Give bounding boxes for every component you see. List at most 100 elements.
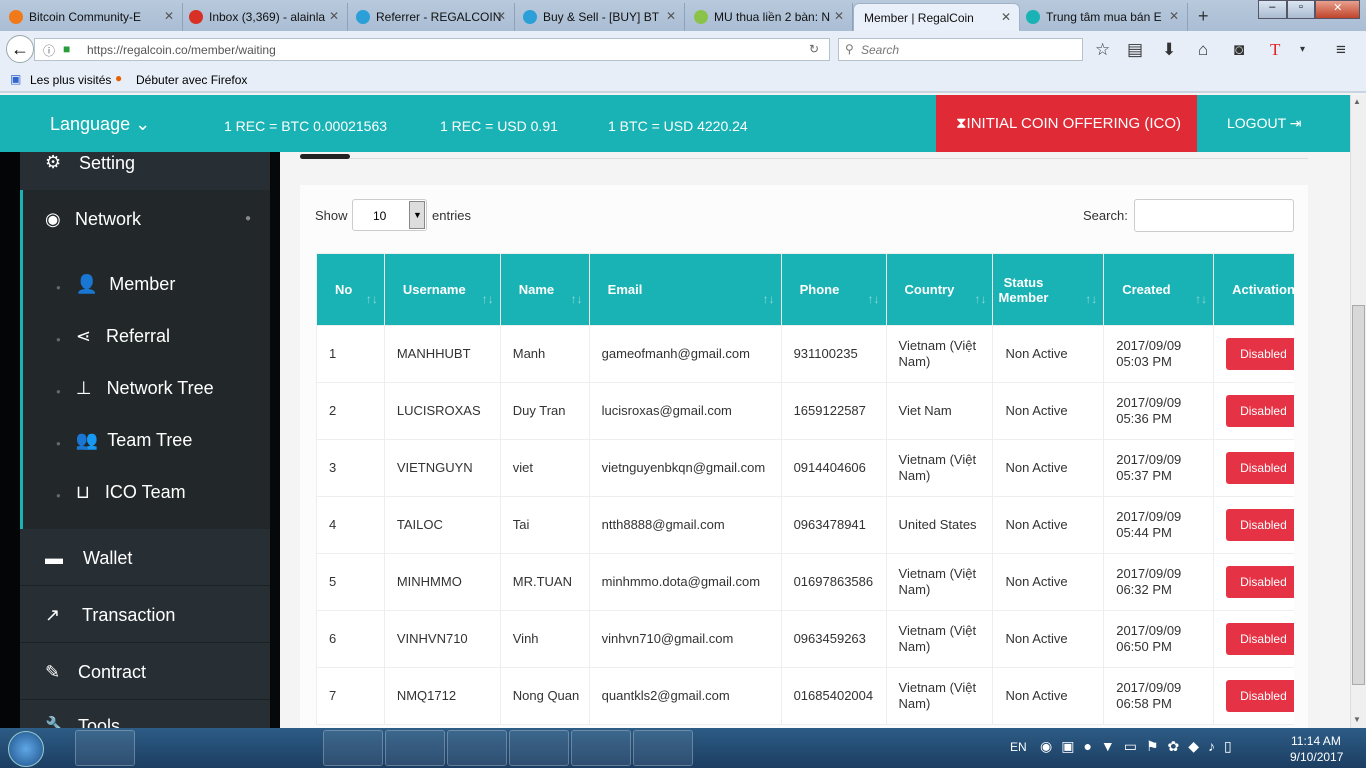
restore-button[interactable]: ▫ — [1286, 0, 1316, 19]
extension-t-icon[interactable]: T — [1270, 40, 1280, 60]
cell-text: 2017/09/09 05:03 PM — [1116, 338, 1182, 369]
browser-tab[interactable]: Trung tâm mua bán E ✕ — [1020, 3, 1188, 31]
sidebar-item-referral[interactable]: ● ⋖ Referral — [56, 326, 170, 347]
sidebar-item-member[interactable]: ● 👤 Member — [56, 274, 175, 295]
extension-dropdown-icon[interactable]: ▾ — [1300, 44, 1305, 55]
close-window-button[interactable]: ✕ — [1315, 0, 1361, 19]
page-scrollbar[interactable]: ▲ ▼ — [1350, 95, 1366, 728]
ico-button[interactable]: ⧗INITIAL COIN OFFERING (ICO) — [936, 95, 1197, 152]
browser-tab[interactable]: MU thua liền 2 bàn: N ✕ — [688, 3, 853, 31]
start-button[interactable] — [8, 731, 44, 767]
sidebar-item-wallet[interactable]: ▬ Wallet — [20, 529, 270, 586]
new-tab-button[interactable]: + — [1198, 6, 1209, 27]
language-indicator[interactable]: EN — [1010, 740, 1027, 754]
column-header[interactable]: Created ↑↓ — [1103, 253, 1215, 326]
disabled-button[interactable]: Disabled — [1226, 338, 1294, 370]
logout-button[interactable]: LOGOUT ⇥ — [1227, 115, 1302, 132]
sidebar-item-network-tree[interactable]: ● ⊥ Network Tree — [56, 378, 214, 399]
menu-icon[interactable]: ≡ — [1336, 40, 1346, 60]
close-tab-icon[interactable]: ✕ — [834, 9, 844, 23]
browser-search[interactable]: ⚲ Search — [838, 38, 1083, 61]
close-tab-icon[interactable]: ✕ — [164, 9, 174, 23]
pocket-icon[interactable]: ◙ — [1234, 40, 1244, 60]
column-header[interactable]: Email ↑↓ — [588, 253, 782, 326]
sidebar-item-setting[interactable]: ⚙ Setting — [20, 152, 270, 190]
disabled-button[interactable]: Disabled — [1226, 623, 1294, 655]
disabled-button[interactable]: Disabled — [1226, 566, 1294, 598]
disabled-button[interactable]: Disabled — [1226, 509, 1294, 541]
tab-title: Bitcoin Community-E — [29, 10, 142, 24]
cell-text: 01697863586 — [793, 574, 874, 589]
table-cell: 2017/09/09 05:44 PM — [1103, 496, 1215, 554]
sidebar-item-transaction[interactable]: ↗ Transaction — [20, 586, 270, 643]
reading-list-icon[interactable]: ▤ — [1127, 40, 1143, 60]
bookmark-getting-started[interactable]: Débuter avec Firefox — [136, 73, 247, 87]
sidebar-item-team-tree[interactable]: ● 👥 Team Tree — [56, 430, 192, 451]
rate-rec-btc: 1 REC = BTC 0.00021563 — [224, 118, 388, 134]
table-search-input[interactable] — [1134, 199, 1294, 232]
browser-tab[interactable]: Buy & Sell - [BUY] BT ✕ — [517, 3, 685, 31]
bookmark-star-icon[interactable]: ☆ — [1095, 40, 1110, 60]
table-cell: Non Active — [992, 667, 1105, 725]
disabled-button[interactable]: Disabled — [1226, 452, 1294, 484]
table-cell: Disabled — [1213, 496, 1294, 554]
minimize-button[interactable]: – — [1258, 0, 1287, 19]
close-tab-icon[interactable]: ✕ — [1001, 10, 1011, 24]
cell-text: 0914404606 — [793, 460, 866, 475]
column-header[interactable]: Phone ↑↓ — [780, 253, 887, 326]
taskbar-chrome[interactable] — [262, 730, 322, 766]
close-tab-icon[interactable]: ✕ — [329, 9, 339, 23]
taskbar-media[interactable] — [200, 730, 260, 766]
download-icon[interactable]: ⬇ — [1162, 40, 1176, 60]
taskbar-remote[interactable] — [633, 730, 693, 766]
disabled-button[interactable]: Disabled — [1226, 395, 1294, 427]
column-header[interactable]: Username ↑↓ — [383, 253, 501, 326]
column-header[interactable]: Name ↑↓ — [499, 253, 590, 326]
entries-select[interactable]: 10 ▼ — [352, 199, 427, 231]
show-label: Show — [315, 208, 348, 223]
cell-text: LUCISROXAS — [396, 403, 481, 418]
sidebar-item-ico-team[interactable]: ● ⊔ ICO Team — [56, 482, 186, 503]
cell-text: Nong Quan — [512, 688, 580, 703]
clock-date[interactable]: 9/10/2017 — [1290, 750, 1343, 764]
language-dropdown[interactable]: Language ⌄ — [50, 114, 150, 135]
taskbar-zalo[interactable] — [509, 730, 569, 766]
close-tab-icon[interactable]: ✕ — [496, 9, 506, 23]
browser-tab[interactable]: Referrer - REGALCOIN ✕ — [350, 3, 515, 31]
column-header[interactable]: Country ↑↓ — [885, 253, 994, 326]
favicon-icon — [1026, 10, 1040, 24]
taskbar-explorer[interactable] — [75, 730, 135, 766]
sidebar-item-tools[interactable]: 🔧 Tools — [20, 700, 270, 728]
taskbar-skype[interactable] — [571, 730, 631, 766]
sidebar-item-contract[interactable]: ✎ Contract — [20, 643, 270, 700]
rate-btc-usd: 1 BTC = USD 4220.24 — [608, 118, 748, 134]
close-tab-icon[interactable]: ✕ — [666, 9, 676, 23]
column-header[interactable]: Activation — [1213, 253, 1294, 326]
url-bar[interactable]: ⓘ ■ https://regalcoin.co/member/waiting ↻ — [34, 38, 830, 61]
clock-time[interactable]: 11:14 AM — [1291, 734, 1341, 748]
taskbar-firefox[interactable] — [323, 730, 383, 766]
table-cell: Manh — [499, 325, 590, 383]
close-tab-icon[interactable]: ✕ — [1169, 9, 1179, 23]
taskbar-icq[interactable] — [137, 730, 197, 766]
disabled-button[interactable]: Disabled — [1226, 680, 1294, 712]
cell-text: MANHHUBT — [396, 346, 471, 361]
scrollbar-thumb[interactable] — [1352, 305, 1365, 685]
back-button[interactable]: ← — [6, 35, 34, 63]
column-header[interactable]: No ↑↓ — [316, 253, 385, 326]
browser-tab[interactable]: Bitcoin Community-E ✕ — [3, 3, 183, 31]
browser-tab[interactable]: Inbox (3,369) - alainla ✕ — [183, 3, 348, 31]
table-cell: Non Active — [992, 325, 1105, 383]
cell-text: MINHMMO — [396, 574, 462, 589]
cell-text: lucisroxas@gmail.com — [601, 403, 732, 418]
browser-tab[interactable]: Member | RegalCoin ✕ — [853, 3, 1020, 31]
table-cell: Disabled — [1213, 325, 1294, 383]
home-icon[interactable]: ⌂ — [1198, 40, 1208, 60]
taskbar-downloader[interactable] — [385, 730, 445, 766]
bookmark-most-visited[interactable]: Les plus visités — [30, 73, 111, 87]
table-cell: Non Active — [992, 382, 1105, 440]
tray-icons[interactable]: ◉▣●▼▭⚑✿◆♪▯ — [1040, 738, 1241, 755]
reload-icon[interactable]: ↻ — [809, 42, 819, 56]
column-header[interactable]: Status Member ↑↓ — [992, 253, 1105, 326]
taskbar-unikey[interactable] — [447, 730, 507, 766]
